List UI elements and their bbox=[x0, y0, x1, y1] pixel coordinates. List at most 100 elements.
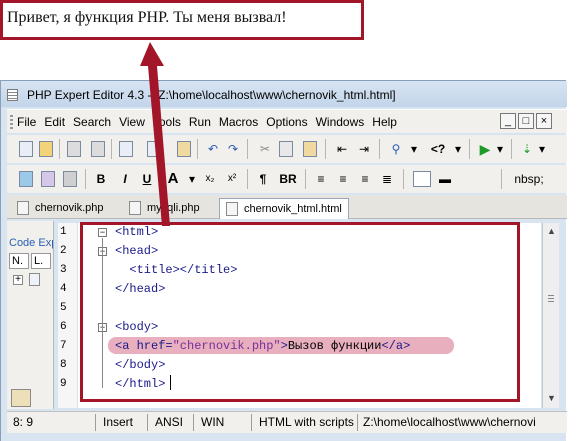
debug-dropdown-icon[interactable]: ▾ bbox=[537, 139, 547, 159]
superscript-button[interactable]: x² bbox=[223, 169, 241, 189]
italic-button[interactable]: I bbox=[117, 169, 133, 189]
underline-button[interactable]: U bbox=[139, 169, 155, 189]
menu-tools[interactable]: Tools bbox=[153, 115, 181, 129]
image-icon[interactable] bbox=[19, 171, 33, 187]
tag-dropdown-icon[interactable]: ▾ bbox=[453, 139, 463, 159]
line-number: 1 bbox=[60, 226, 67, 238]
bold-button[interactable]: B bbox=[93, 169, 109, 189]
align-left-icon[interactable]: ≡ bbox=[313, 169, 329, 189]
justify-icon[interactable]: ≣ bbox=[379, 169, 395, 189]
menu-help[interactable]: Help bbox=[372, 115, 397, 129]
fold-toggle-icon[interactable]: − bbox=[98, 228, 107, 237]
file-node-icon[interactable] bbox=[29, 273, 40, 286]
line-number: 8 bbox=[60, 359, 67, 371]
menu-edit[interactable]: Edit bbox=[44, 115, 65, 129]
browser-output-text: Привет, я функция PHP. Ты меня вызвал! bbox=[7, 9, 287, 26]
paste-icon[interactable] bbox=[303, 141, 317, 157]
tab-label: chernovik.php bbox=[35, 202, 104, 214]
align-right-icon[interactable]: ≡ bbox=[357, 169, 373, 189]
paragraph-button[interactable]: ¶ bbox=[255, 169, 271, 189]
align-center-icon[interactable]: ≡ bbox=[335, 169, 351, 189]
table-icon[interactable] bbox=[413, 171, 431, 187]
tab-chernovik-php[interactable]: chernovik.php bbox=[11, 198, 110, 219]
menu-run[interactable]: Run bbox=[189, 115, 211, 129]
line-number: 2 bbox=[60, 245, 67, 257]
code-explorer-icon[interactable] bbox=[11, 389, 31, 407]
anchor-close-tag: </a> bbox=[381, 339, 411, 353]
new-file-icon[interactable] bbox=[19, 141, 33, 157]
open-folder-icon[interactable] bbox=[39, 141, 53, 157]
html-toolbar: B I U A ▾ x₂ x² ¶ BR ≡ ≡ ≡ ≣ ▬ nbsp; bbox=[7, 165, 567, 193]
object-icon[interactable] bbox=[63, 171, 77, 187]
line-number: 9 bbox=[60, 378, 67, 390]
hr-icon[interactable]: ▬ bbox=[437, 169, 453, 189]
menu-view[interactable]: View bbox=[119, 115, 145, 129]
main-toolbar: ↶ ↷ ✂ ⇤ ⇥ ⚲ ▾ <? ▾ ▶ ▾ ⇣ ▾ bbox=[7, 135, 567, 163]
code-line-8: </body> bbox=[115, 358, 166, 372]
link-text: Вызов функции bbox=[287, 339, 382, 353]
run-icon[interactable]: ▶ bbox=[477, 139, 493, 159]
column-line[interactable]: L. bbox=[31, 253, 51, 269]
php-tag-button[interactable]: <? bbox=[425, 139, 451, 159]
save-all-icon[interactable] bbox=[91, 141, 105, 157]
editor-window: PHP Expert Editor 4.3 - [Z:\home\localho… bbox=[0, 80, 567, 441]
unindent-icon[interactable]: ⇥ bbox=[355, 139, 373, 159]
href-value: "chernovik.php" bbox=[172, 339, 281, 353]
maximize-button[interactable]: □ bbox=[518, 113, 534, 129]
minimize-button[interactable]: _ bbox=[500, 113, 516, 129]
menu-windows[interactable]: Windows bbox=[316, 115, 365, 129]
find-icon[interactable]: ⚲ bbox=[387, 139, 405, 159]
line-break-style: WIN bbox=[201, 415, 225, 429]
expand-icon[interactable]: + bbox=[13, 275, 23, 285]
scroll-up-icon[interactable]: ▲ bbox=[547, 226, 556, 236]
code-line-1: <html> bbox=[115, 225, 159, 239]
code-line-3: <title></title> bbox=[115, 263, 238, 277]
menu-macros[interactable]: Macros bbox=[219, 115, 258, 129]
font-dropdown-icon[interactable]: ▾ bbox=[187, 169, 197, 189]
edit-mode: Insert bbox=[103, 415, 134, 429]
scroll-thumb-grip[interactable] bbox=[548, 295, 554, 302]
media-icon[interactable] bbox=[41, 171, 55, 187]
line-number: 7 bbox=[60, 340, 67, 352]
undo-icon[interactable]: ↶ bbox=[205, 139, 221, 159]
menu-search[interactable]: Search bbox=[73, 115, 111, 129]
menu-options[interactable]: Options bbox=[266, 115, 307, 129]
code-line-6: <body> bbox=[115, 320, 159, 334]
code-line-7: <a href="chernovik.php">Вызов функции</a… bbox=[115, 339, 410, 353]
indent-icon[interactable]: ⇤ bbox=[333, 139, 351, 159]
run-dropdown-icon[interactable]: ▾ bbox=[495, 139, 505, 159]
menu-file[interactable]: File bbox=[17, 115, 36, 129]
cursor-position: 8: 9 bbox=[13, 415, 34, 429]
br-button[interactable]: BR bbox=[277, 169, 299, 189]
menu-grip[interactable] bbox=[10, 115, 13, 129]
cut-icon[interactable]: ✂ bbox=[257, 139, 273, 159]
scroll-down-icon[interactable]: ▼ bbox=[547, 393, 556, 403]
vertical-scrollbar[interactable]: ▲ ▼ bbox=[542, 223, 559, 408]
redo-icon[interactable]: ↷ bbox=[225, 139, 241, 159]
nbsp-button[interactable]: nbsp; bbox=[509, 169, 549, 189]
close-file-icon[interactable] bbox=[119, 141, 133, 157]
html-file-icon bbox=[226, 202, 238, 216]
list-icon[interactable] bbox=[177, 141, 191, 157]
tab-mysqli-php[interactable]: mysqli.php bbox=[123, 198, 206, 219]
file-path: Z:\home\localhost\www\chernovi bbox=[363, 415, 536, 429]
anchor-open-end: > bbox=[280, 339, 288, 353]
debug-run-icon[interactable]: ⇣ bbox=[519, 139, 535, 159]
code-explorer-title[interactable]: Code Explorer bbox=[9, 237, 53, 249]
close-button[interactable]: × bbox=[536, 113, 552, 129]
copy-icon[interactable] bbox=[279, 141, 293, 157]
encoding: ANSI bbox=[155, 415, 184, 429]
column-name[interactable]: N. bbox=[9, 253, 29, 269]
file-tabs: chernovik.php mysqli.php chernovik_html.… bbox=[7, 195, 567, 219]
window-title: PHP Expert Editor 4.3 - [Z:\home\localho… bbox=[27, 88, 396, 102]
save-icon[interactable] bbox=[67, 141, 81, 157]
find-dropdown-icon[interactable]: ▾ bbox=[409, 139, 419, 159]
font-button[interactable]: A bbox=[163, 169, 183, 189]
tab-chernovik-html[interactable]: chernovik_html.html bbox=[219, 198, 349, 219]
close-all-icon[interactable] bbox=[147, 141, 161, 157]
code-editor[interactable]: 1 2 3 4 5 6 7 8 9 − − − <html> <head> <t… bbox=[58, 223, 541, 408]
line-number: 3 bbox=[60, 264, 67, 276]
app-icon bbox=[7, 89, 18, 101]
subscript-button[interactable]: x₂ bbox=[201, 169, 219, 189]
title-bar[interactable]: PHP Expert Editor 4.3 - [Z:\home\localho… bbox=[1, 81, 567, 107]
